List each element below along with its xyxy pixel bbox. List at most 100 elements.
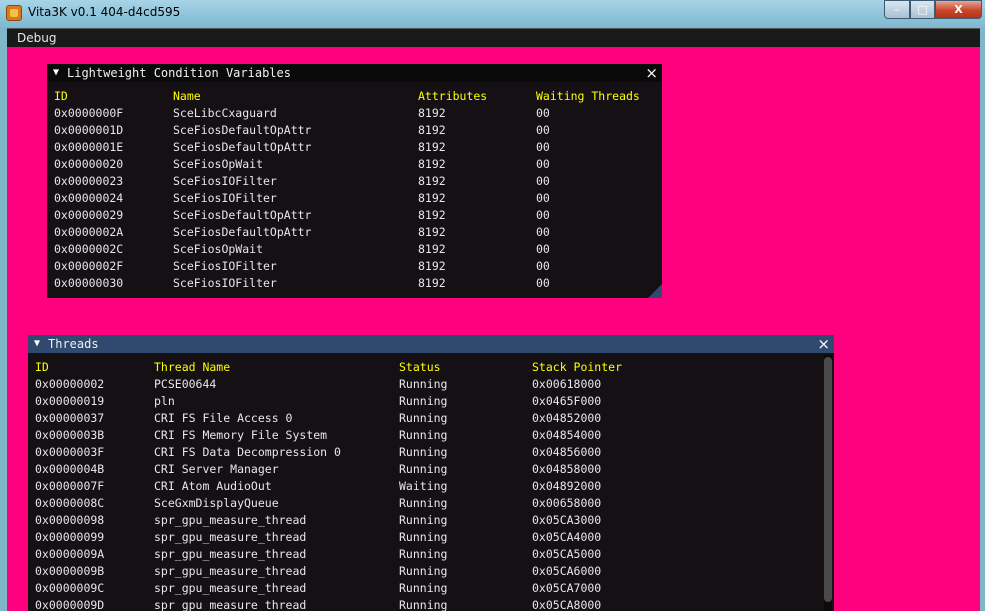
threads-scrollbar-thumb[interactable] bbox=[824, 357, 832, 602]
table-cell: CRI Atom AudioOut bbox=[154, 479, 272, 493]
window-titlebar[interactable]: Vita3K v0.1 404-d4cd595 – □ X bbox=[0, 0, 985, 28]
column-header: Name bbox=[173, 89, 201, 103]
table-cell: 00 bbox=[536, 276, 550, 290]
threads-window[interactable]: ▼ Threads × ID Thread Name Status Stack Poi… bbox=[28, 335, 834, 611]
table-cell: Running bbox=[399, 394, 448, 408]
maximize-button[interactable]: □ bbox=[910, 0, 935, 19]
lcv-window-titlebar[interactable]: ▼ Lightweight Condition Variables × bbox=[47, 64, 662, 82]
table-cell: CRI FS File Access 0 bbox=[154, 411, 293, 425]
table-cell: 0x04856000 bbox=[532, 445, 602, 459]
table-cell: Running bbox=[399, 598, 448, 611]
table-cell: 0x05CA6000 bbox=[532, 564, 602, 578]
table-cell: 0x0000003F bbox=[35, 445, 105, 459]
table-cell: 0x04892000 bbox=[532, 479, 602, 493]
table-cell: Running bbox=[399, 581, 448, 595]
table-cell: SceGxmDisplayQueue bbox=[154, 496, 279, 510]
table-cell: spr_gpu_measure_thread bbox=[154, 513, 307, 527]
lcv-window[interactable]: ▼ Lightweight Condition Variables × ID Na… bbox=[47, 64, 662, 298]
window-title: Vita3K v0.1 404-d4cd595 bbox=[28, 5, 181, 19]
table-cell: Running bbox=[399, 377, 448, 391]
table-cell: 0x00000098 bbox=[35, 513, 105, 527]
table-cell: 8192 bbox=[418, 174, 446, 188]
table-cell: 0x04854000 bbox=[532, 428, 602, 442]
table-cell: SceFiosOpWait bbox=[173, 242, 264, 256]
table-cell: 0x04852000 bbox=[532, 411, 602, 425]
table-cell: 0x00000099 bbox=[35, 530, 105, 544]
table-cell: 00 bbox=[536, 208, 550, 222]
resize-grip-icon[interactable] bbox=[648, 284, 662, 298]
table-cell: 8192 bbox=[418, 242, 446, 256]
close-icon: X bbox=[954, 3, 963, 16]
threads-close-icon[interactable]: × bbox=[817, 335, 830, 353]
column-header: Status bbox=[399, 360, 441, 374]
table-cell: 0x05CA7000 bbox=[532, 581, 602, 595]
table-cell: spr_gpu_measure_thread bbox=[154, 564, 307, 578]
table-cell: 0x00000024 bbox=[54, 191, 124, 205]
table-cell: 0x00000023 bbox=[54, 174, 124, 188]
menu-debug[interactable]: Debug bbox=[17, 31, 56, 45]
table-cell: CRI FS Data Decompression 0 bbox=[154, 445, 341, 459]
collapse-arrow-icon[interactable]: ▼ bbox=[53, 67, 59, 78]
table-cell: pln bbox=[154, 394, 175, 408]
table-cell: 00 bbox=[536, 123, 550, 137]
table-cell: 0x00000037 bbox=[35, 411, 105, 425]
table-cell: Running bbox=[399, 462, 448, 476]
table-cell: 0x00618000 bbox=[532, 377, 602, 391]
table-cell: 0x0000009C bbox=[35, 581, 105, 595]
table-cell: 00 bbox=[536, 157, 550, 171]
table-cell: 0x00000019 bbox=[35, 394, 105, 408]
table-cell: spr_gpu_measure_thread bbox=[154, 547, 307, 561]
table-cell: 0x0000003B bbox=[35, 428, 105, 442]
table-cell: 8192 bbox=[418, 191, 446, 205]
table-cell: SceFiosIOFilter bbox=[173, 174, 277, 188]
threads-window-titlebar[interactable]: ▼ Threads × bbox=[28, 335, 834, 353]
table-cell: 8192 bbox=[418, 106, 446, 120]
table-cell: 0x05CA8000 bbox=[532, 598, 602, 611]
collapse-arrow-icon[interactable]: ▼ bbox=[34, 338, 40, 349]
table-cell: CRI FS Memory File System bbox=[154, 428, 328, 442]
table-cell: 0x0000002C bbox=[54, 242, 124, 256]
column-header: Thread Name bbox=[154, 360, 231, 374]
table-cell: 00 bbox=[536, 242, 550, 256]
table-cell: Running bbox=[399, 428, 448, 442]
table-cell: Running bbox=[399, 530, 448, 544]
table-cell: 8192 bbox=[418, 140, 446, 154]
lcv-table: ID Name Attributes Waiting Threads 0x0000000… bbox=[54, 89, 654, 294]
main-menubar: Debug bbox=[7, 28, 980, 47]
table-cell: Running bbox=[399, 445, 448, 459]
table-cell: SceFiosDefaultOpAttr bbox=[173, 140, 312, 154]
table-cell: SceFiosIOFilter bbox=[173, 191, 277, 205]
close-window-button[interactable]: X bbox=[935, 0, 982, 19]
minimize-button[interactable]: – bbox=[884, 0, 910, 19]
table-cell: 0x0000000F bbox=[54, 106, 124, 120]
table-cell: 0x0000009D bbox=[35, 598, 105, 611]
table-cell: 0x0000001D bbox=[54, 123, 124, 137]
table-cell: 0x0000004B bbox=[35, 462, 105, 476]
lcv-close-icon[interactable]: × bbox=[645, 64, 658, 82]
table-cell: 0x04858000 bbox=[532, 462, 602, 476]
table-cell: 00 bbox=[536, 225, 550, 239]
threads-table: ID Thread Name Status Stack Pointer 0x000000… bbox=[35, 360, 815, 611]
table-cell: 0x00000002 bbox=[35, 377, 105, 391]
table-cell: spr_gpu_measure_thread bbox=[154, 581, 307, 595]
table-cell: CRI Server Manager bbox=[154, 462, 279, 476]
table-cell: Running bbox=[399, 411, 448, 425]
table-cell: Waiting bbox=[399, 479, 448, 493]
table-cell: spr_gpu_measure_thread bbox=[154, 530, 307, 544]
threads-window-title: Threads bbox=[48, 337, 99, 351]
table-cell: SceFiosOpWait bbox=[173, 157, 264, 171]
table-cell: Running bbox=[399, 513, 448, 527]
table-cell: 0x0000009A bbox=[35, 547, 105, 561]
table-cell: 0x0465F000 bbox=[532, 394, 602, 408]
column-header: ID bbox=[54, 89, 68, 103]
table-cell: 0x0000009B bbox=[35, 564, 105, 578]
table-cell: Running bbox=[399, 564, 448, 578]
table-cell: SceFiosDefaultOpAttr bbox=[173, 225, 312, 239]
table-cell: PCSE00644 bbox=[154, 377, 217, 391]
threads-scrollbar[interactable] bbox=[824, 355, 832, 611]
column-header: Stack Pointer bbox=[532, 360, 623, 374]
table-cell: 8192 bbox=[418, 208, 446, 222]
table-cell: 0x05CA4000 bbox=[532, 530, 602, 544]
table-cell: SceFiosIOFilter bbox=[173, 276, 277, 290]
table-cell: 0x0000002F bbox=[54, 259, 124, 273]
